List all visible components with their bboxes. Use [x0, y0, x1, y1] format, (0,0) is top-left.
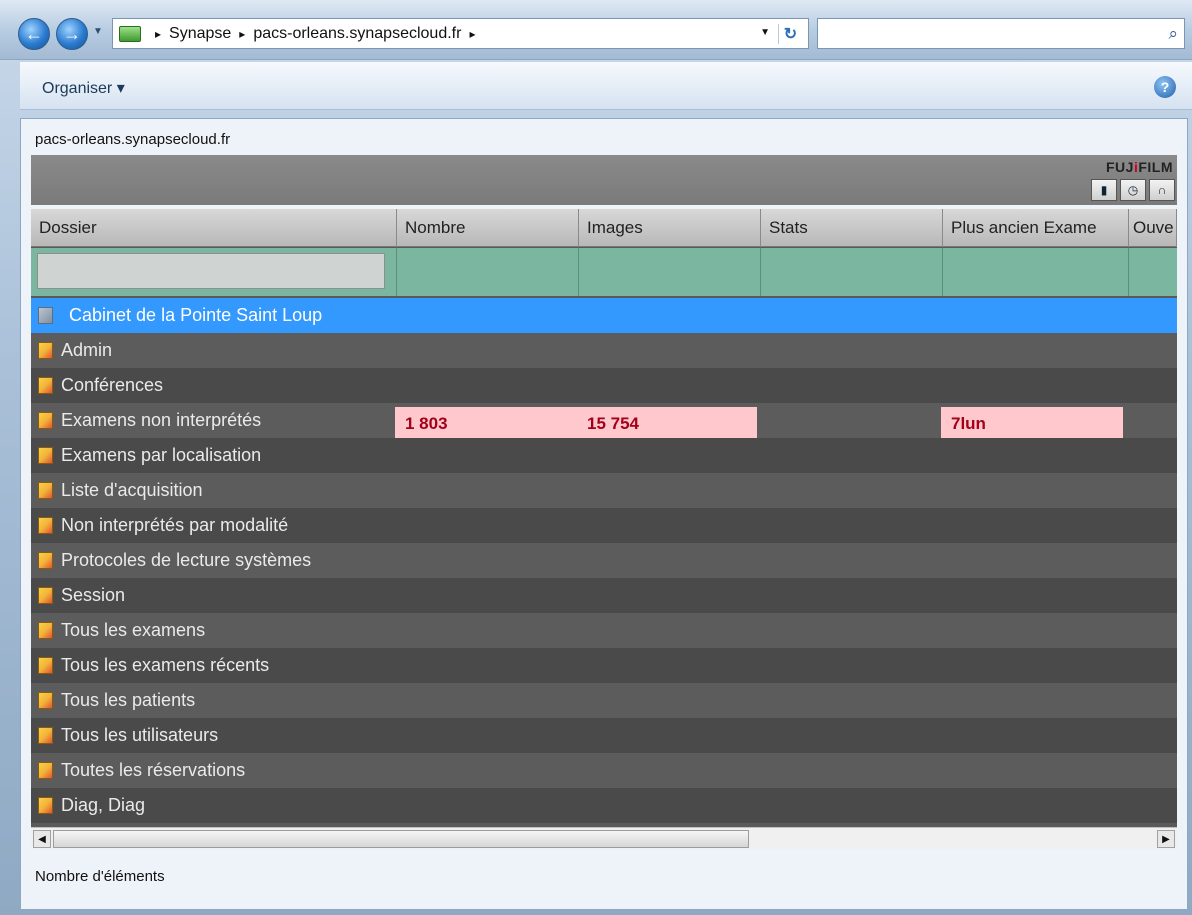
- folder-name: Diag, Diag: [61, 795, 146, 815]
- folder-icon: [38, 657, 53, 674]
- breadcrumb-host[interactable]: pacs-orleans.synapsecloud.fr: [253, 25, 461, 43]
- folder-icon: [38, 517, 53, 534]
- refresh-icon[interactable]: ↻: [778, 24, 802, 44]
- folder-icon: [38, 727, 53, 744]
- explorer-window: ← → ▼ ▸ Synapse ▸ pacs-orleans.synapsecl…: [0, 0, 1192, 915]
- folder-row[interactable]: Admin: [31, 333, 1177, 368]
- folder-row[interactable]: Cabinet de la Pointe Saint Loup: [31, 298, 1177, 333]
- folder-row[interactable]: Tous les examens récents: [31, 648, 1177, 683]
- view-tools: ▮ ◷ ∩: [1091, 179, 1175, 201]
- scroll-right-icon[interactable]: ▶: [1157, 830, 1175, 848]
- folder-name: Session: [61, 585, 126, 605]
- folder-row[interactable]: Session: [31, 578, 1177, 613]
- folder-icon: [38, 342, 53, 359]
- folder-name: Tous les utilisateurs: [61, 725, 219, 745]
- folder-grid: Dossier Nombre Images Stats Plus ancien …: [31, 209, 1177, 827]
- filter-cell-dossier: [31, 248, 397, 296]
- folder-icon: [38, 377, 53, 394]
- network-computer-icon: [119, 25, 141, 42]
- column-header-ouverture[interactable]: Ouve: [1129, 209, 1177, 247]
- folder-name: Toutes les réservations: [61, 760, 246, 780]
- folder-name: Conférences: [61, 375, 164, 395]
- grid-header: Dossier Nombre Images Stats Plus ancien …: [31, 209, 1177, 247]
- brand-bar: FUJiFILM ▮ ◷ ∩: [31, 155, 1177, 205]
- chevron-right-icon[interactable]: ▸: [469, 27, 475, 41]
- oldest-exam-value: 7lun: [941, 407, 1123, 441]
- help-icon[interactable]: ?: [1154, 76, 1176, 98]
- filter-row: [31, 248, 1177, 296]
- signal-bars-icon[interactable]: ▮: [1091, 179, 1117, 201]
- folder-row[interactable]: Examens par localisation: [31, 438, 1177, 473]
- back-arrow-icon: ←: [25, 23, 43, 44]
- scroll-thumb[interactable]: [53, 830, 749, 848]
- folder-row[interactable]: Protocoles de lecture systèmes: [31, 543, 1177, 578]
- folder-name: Tous les patients: [61, 690, 196, 710]
- folder-list: Cabinet de la Pointe Saint Loup Admin Co…: [31, 298, 1177, 823]
- folder-row[interactable]: Diag, Diag: [31, 788, 1177, 823]
- breadcrumb-synapse[interactable]: Synapse: [169, 25, 231, 43]
- column-header-dossier[interactable]: Dossier: [31, 209, 397, 247]
- folder-icon: [38, 552, 53, 569]
- folder-row[interactable]: Tous les patients: [31, 683, 1177, 718]
- chevron-right-icon[interactable]: ▸: [155, 27, 161, 41]
- forward-arrow-icon: →: [63, 23, 81, 44]
- folder-row[interactable]: Tous les utilisateurs: [31, 718, 1177, 753]
- images-value: 15 754: [587, 414, 639, 433]
- folder-name: Tous les examens: [61, 620, 206, 640]
- folder-icon: [38, 482, 53, 499]
- filter-cell-stats[interactable]: [761, 248, 943, 296]
- folder-icon: [38, 797, 53, 814]
- filter-cell-ouverture[interactable]: [1129, 248, 1177, 296]
- address-bar[interactable]: ▸ Synapse ▸ pacs-orleans.synapsecloud.fr…: [112, 18, 809, 49]
- filter-cell-oldest[interactable]: [943, 248, 1129, 296]
- folder-row[interactable]: Toutes les réservations: [31, 753, 1177, 788]
- folder-name: Protocoles de lecture systèmes: [61, 550, 312, 570]
- command-bar: Organiser ▾ ?: [20, 62, 1192, 110]
- folder-row[interactable]: Non interprétés par modalité: [31, 508, 1177, 543]
- folder-icon: [38, 692, 53, 709]
- organise-menu-button[interactable]: Organiser ▾: [42, 78, 125, 98]
- chevron-right-icon[interactable]: ▸: [239, 27, 245, 41]
- fujifilm-logo: FUJiFILM: [1106, 159, 1173, 175]
- horizontal-scrollbar[interactable]: ◀ ▶: [31, 827, 1177, 849]
- folder-name: Liste d'acquisition: [61, 480, 203, 500]
- page-title: pacs-orleans.synapsecloud.fr: [35, 131, 231, 148]
- folder-name: Tous les examens récents: [61, 655, 270, 675]
- column-header-stats[interactable]: Stats: [761, 209, 943, 247]
- content-pane: pacs-orleans.synapsecloud.fr FUJiFILM ▮ …: [20, 118, 1188, 910]
- folder-name: Examens par localisation: [61, 445, 262, 465]
- forward-button[interactable]: →: [56, 18, 88, 50]
- folder-icon: [38, 622, 53, 639]
- folder-icon: [38, 412, 53, 429]
- filter-cell-nombre[interactable]: [397, 248, 579, 296]
- folder-row[interactable]: Conférences: [31, 368, 1177, 403]
- folder-row[interactable]: Examens non interprétés 1 803 15 754 7lu…: [31, 403, 1177, 441]
- column-header-images[interactable]: Images: [579, 209, 761, 247]
- folder-icon: [38, 307, 53, 324]
- clock-icon[interactable]: ◷: [1120, 179, 1146, 201]
- binoculars-icon[interactable]: ∩: [1149, 179, 1175, 201]
- back-button[interactable]: ←: [18, 18, 50, 50]
- folder-icon: [38, 762, 53, 779]
- folder-row[interactable]: Liste d'acquisition: [31, 473, 1177, 508]
- folder-name: Cabinet de la Pointe Saint Loup: [69, 305, 323, 325]
- column-header-nombre[interactable]: Nombre: [397, 209, 579, 247]
- folder-name: Admin: [61, 340, 113, 360]
- column-header-plus-ancien-examen[interactable]: Plus ancien Exame: [943, 209, 1129, 247]
- folder-name: Examens non interprétés: [61, 410, 262, 430]
- search-input[interactable]: ⌕: [817, 18, 1185, 49]
- search-icon[interactable]: ⌕: [1168, 24, 1178, 44]
- status-bar: Nombre d'éléments: [31, 859, 1177, 895]
- scroll-left-icon[interactable]: ◀: [33, 830, 51, 848]
- address-toolbar: ← → ▼ ▸ Synapse ▸ pacs-orleans.synapsecl…: [0, 0, 1192, 60]
- folder-row[interactable]: Tous les examens: [31, 613, 1177, 648]
- dossier-filter-input[interactable]: [37, 253, 385, 289]
- history-dropdown-icon[interactable]: ▼: [93, 26, 103, 37]
- address-dropdown-icon[interactable]: ▼: [760, 27, 770, 38]
- folder-icon: [38, 587, 53, 604]
- folder-name: Non interprétés par modalité: [61, 515, 289, 535]
- filter-cell-images[interactable]: [579, 248, 761, 296]
- folder-icon: [38, 447, 53, 464]
